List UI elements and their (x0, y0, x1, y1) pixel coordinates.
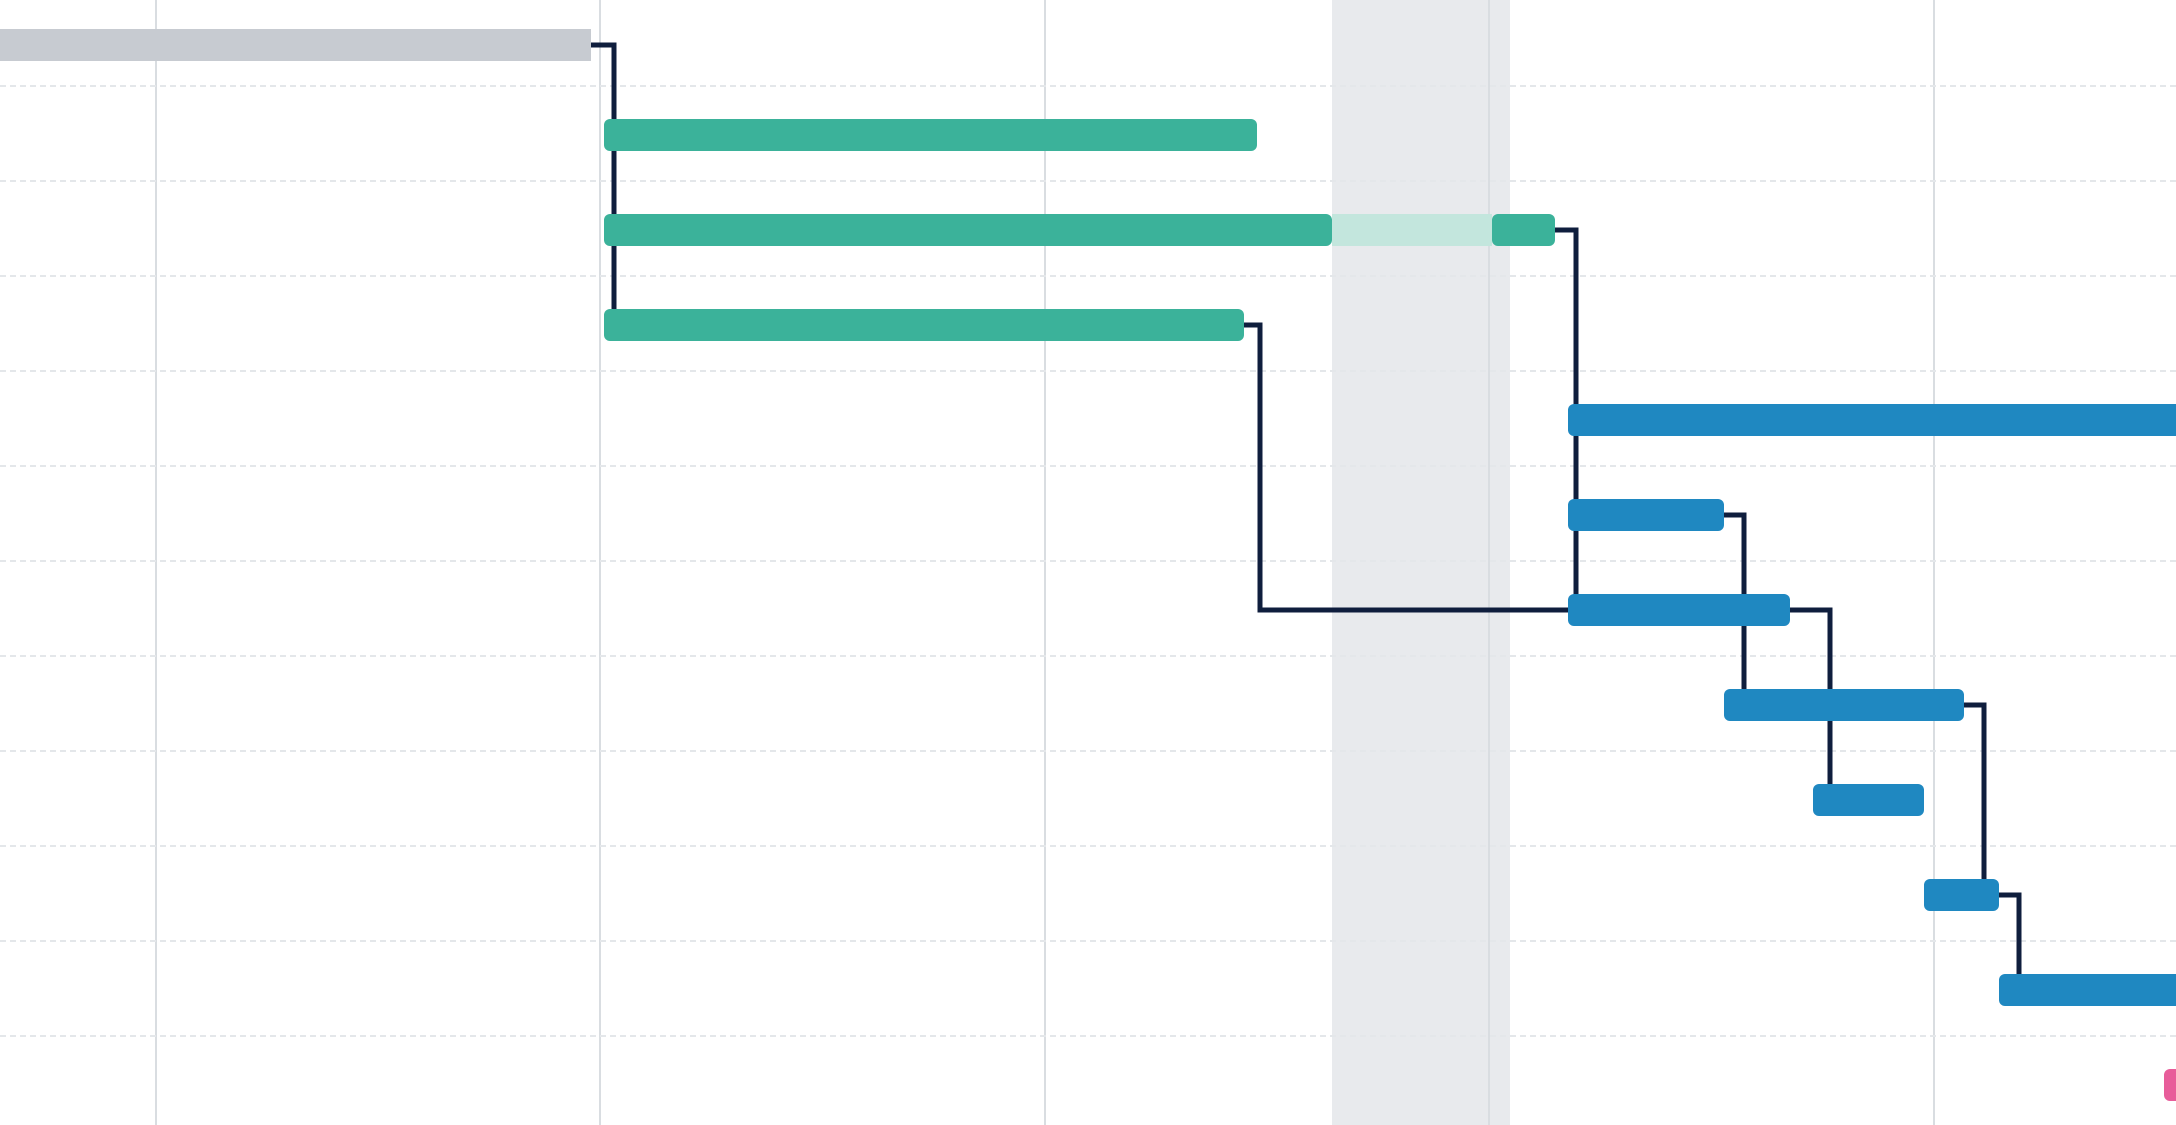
gantt-bar-nonworking[interactable] (1332, 214, 1492, 246)
row-divider (0, 750, 2176, 752)
row-divider (0, 180, 2176, 182)
gantt-bar[interactable] (1568, 404, 2176, 436)
time-gridline (155, 0, 157, 1125)
gantt-bar[interactable] (604, 119, 1257, 151)
gantt-bar[interactable] (2164, 1069, 2176, 1101)
time-gridline (1933, 0, 1935, 1125)
time-gridline (599, 0, 601, 1125)
gantt-bar[interactable] (604, 214, 1332, 246)
gantt-bar[interactable] (1568, 594, 1790, 626)
row-divider (0, 560, 2176, 562)
row-divider (0, 655, 2176, 657)
gantt-bar[interactable] (1999, 974, 2176, 1006)
gantt-bar[interactable] (1924, 879, 1999, 911)
time-gridline (1044, 0, 1046, 1125)
row-divider (0, 275, 2176, 277)
dependency-lines (0, 0, 2176, 1125)
gantt-chart (0, 0, 2176, 1125)
row-divider (0, 465, 2176, 467)
non-working-band (1332, 0, 1510, 1125)
row-divider (0, 370, 2176, 372)
gantt-bar[interactable] (604, 309, 1244, 341)
row-divider (0, 85, 2176, 87)
time-gridline (1488, 0, 1490, 1125)
row-divider (0, 1035, 2176, 1037)
gantt-bar[interactable] (1492, 214, 1555, 246)
gantt-bar[interactable] (1813, 784, 1924, 816)
gantt-bar[interactable] (1724, 689, 1964, 721)
gantt-bar[interactable] (1568, 499, 1724, 531)
row-divider (0, 940, 2176, 942)
gantt-bar[interactable] (0, 29, 591, 61)
row-divider (0, 845, 2176, 847)
